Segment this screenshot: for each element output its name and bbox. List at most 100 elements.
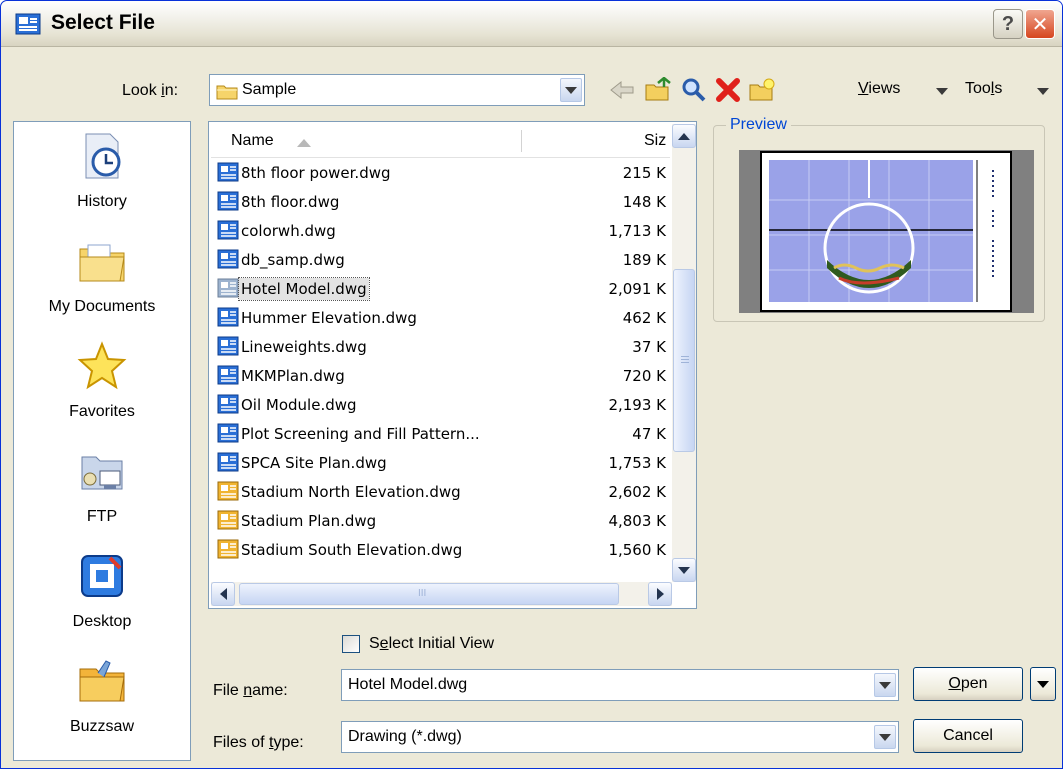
scroll-down-button[interactable]	[672, 558, 696, 582]
file-row[interactable]: SPCA Site Plan.dwg 1,753 K	[211, 448, 670, 477]
file-name-label-pre: File	[213, 682, 244, 699]
file-row[interactable]: Lineweights.dwg 37 K	[211, 332, 670, 361]
file-name: Oil Module.dwg	[241, 396, 357, 414]
scroll-up-button[interactable]	[672, 124, 696, 148]
chevron-down-icon	[678, 566, 690, 574]
place-ftp[interactable]: FTP	[14, 445, 190, 526]
look-in-dropdown-button[interactable]	[560, 78, 582, 102]
open-button[interactable]: Open	[913, 667, 1023, 701]
file-row[interactable]: Hummer Elevation.dwg 462 K	[211, 303, 670, 332]
tools-dropdown-icon[interactable]	[1037, 88, 1049, 95]
column-divider[interactable]	[521, 130, 522, 152]
file-name: SPCA Site Plan.dwg	[241, 454, 387, 472]
search-web-icon[interactable]	[679, 75, 709, 105]
dwg-file-icon	[217, 365, 239, 385]
file-row[interactable]: 8th floor.dwg 148 K	[211, 187, 670, 216]
place-desktop-label: Desktop	[72, 613, 132, 630]
chevron-right-icon	[656, 588, 664, 600]
cancel-button[interactable]: Cancel	[913, 719, 1023, 753]
views-menu[interactable]: Views	[858, 80, 900, 98]
chevron-down-icon	[879, 733, 891, 741]
ftp-icon	[81, 456, 123, 490]
file-size: 37 K	[632, 338, 666, 356]
file-row[interactable]: Stadium South Elevation.dwg 1,560 K	[211, 535, 670, 564]
file-row[interactable]: db_samp.dwg 189 K	[211, 245, 670, 274]
file-size: 215 K	[622, 164, 666, 182]
vertical-scroll-thumb[interactable]	[673, 269, 695, 452]
file-row[interactable]: 8th floor power.dwg 215 K	[211, 158, 670, 187]
dwg-file-icon	[217, 481, 239, 501]
delete-icon[interactable]	[713, 75, 743, 105]
dwg-file-icon	[217, 307, 239, 327]
help-glyph: ?	[1001, 12, 1015, 35]
file-row[interactable]: Oil Module.dwg 2,193 K	[211, 390, 670, 419]
file-size: 1,713 K	[608, 222, 666, 240]
open-button-label: pen	[960, 675, 988, 692]
file-row[interactable]: Stadium North Elevation.dwg 2,602 K	[211, 477, 670, 506]
files-of-type-value: Drawing (*.dwg)	[348, 728, 462, 745]
select-initial-view-checkbox[interactable]	[342, 635, 360, 653]
scroll-left-button[interactable]	[211, 582, 235, 606]
file-size: 1,753 K	[608, 454, 666, 472]
scroll-right-button[interactable]	[648, 582, 672, 606]
close-icon: ✕	[1031, 13, 1049, 36]
file-size: 2,602 K	[608, 483, 666, 501]
vertical-scrollbar[interactable]	[672, 124, 696, 582]
file-name: Lineweights.dwg	[241, 338, 367, 356]
back-icon[interactable]	[607, 75, 637, 105]
place-history[interactable]: History	[14, 130, 190, 211]
file-size: 2,193 K	[608, 396, 666, 414]
open-options-button[interactable]	[1030, 667, 1056, 701]
look-in-combo[interactable]: Sample	[209, 74, 585, 106]
close-button[interactable]: ✕	[1025, 9, 1055, 39]
up-folder-icon[interactable]	[643, 75, 673, 105]
file-size: 462 K	[622, 309, 666, 327]
file-name: Stadium South Elevation.dwg	[241, 541, 463, 559]
help-button[interactable]: ?	[993, 9, 1023, 39]
file-size: 148 K	[622, 193, 666, 211]
chevron-left-icon	[219, 588, 227, 600]
file-name: Stadium North Elevation.dwg	[241, 483, 461, 501]
file-name-input[interactable]: Hotel Model.dwg	[348, 676, 467, 694]
views-dropdown-icon[interactable]	[936, 88, 948, 95]
dwg-file-icon	[217, 220, 239, 240]
file-row[interactable]: Hotel Model.dwg 2,091 K	[211, 274, 670, 303]
file-list[interactable]: Name Siz 8th floor power.dwg 215 K 8th flo…	[208, 121, 697, 609]
new-folder-icon[interactable]	[747, 75, 777, 105]
file-row[interactable]: MKMPlan.dwg 720 K	[211, 361, 670, 390]
file-size: 1,560 K	[608, 541, 666, 559]
h-thumb-grip: III	[418, 588, 427, 599]
look-in-label-post: n:	[164, 82, 179, 99]
history-icon	[85, 133, 121, 179]
file-row[interactable]: Stadium Plan.dwg 4,803 K	[211, 506, 670, 535]
place-desktop[interactable]: Desktop	[14, 550, 190, 631]
dwg-file-icon	[217, 278, 239, 298]
preview-group: Preview	[713, 116, 1045, 322]
file-size: 189 K	[622, 251, 666, 269]
size-column-header[interactable]: Siz	[644, 132, 666, 150]
file-name-combo[interactable]: Hotel Model.dwg	[341, 669, 899, 701]
file-name: db_samp.dwg	[241, 251, 345, 269]
tools-menu-post: s	[994, 80, 1003, 97]
tools-menu[interactable]: Tools	[965, 80, 1002, 98]
file-name: MKMPlan.dwg	[241, 367, 345, 385]
file-name-dropdown-button[interactable]	[874, 673, 896, 697]
place-my-documents-label: My Documents	[48, 298, 156, 315]
title-bar[interactable]: Select File ? ✕	[1, 1, 1062, 47]
place-my-documents[interactable]: My Documents	[14, 235, 190, 316]
name-column-header[interactable]: Name	[231, 132, 274, 150]
preview-label: Preview	[726, 116, 791, 134]
tools-menu-pre: Too	[965, 80, 991, 97]
horizontal-scroll-thumb[interactable]: III	[239, 583, 619, 605]
files-of-type-combo[interactable]: Drawing (*.dwg)	[341, 721, 899, 753]
file-row[interactable]: colorwh.dwg 1,713 K	[211, 216, 670, 245]
file-row[interactable]: Plot Screening and Fill Pattern... 47 K	[211, 419, 670, 448]
select-initial-view-label[interactable]: Select Initial View	[369, 635, 494, 653]
place-favorites[interactable]: Favorites	[14, 340, 190, 421]
place-buzzsaw[interactable]: Buzzsaw	[14, 655, 190, 736]
dwg-file-icon	[217, 249, 239, 269]
files-of-type-dropdown-button[interactable]	[874, 725, 896, 749]
drawing-thumbnail	[760, 151, 1012, 312]
horizontal-scrollbar[interactable]: III	[211, 582, 672, 606]
file-list-header: Name Siz	[211, 124, 670, 158]
